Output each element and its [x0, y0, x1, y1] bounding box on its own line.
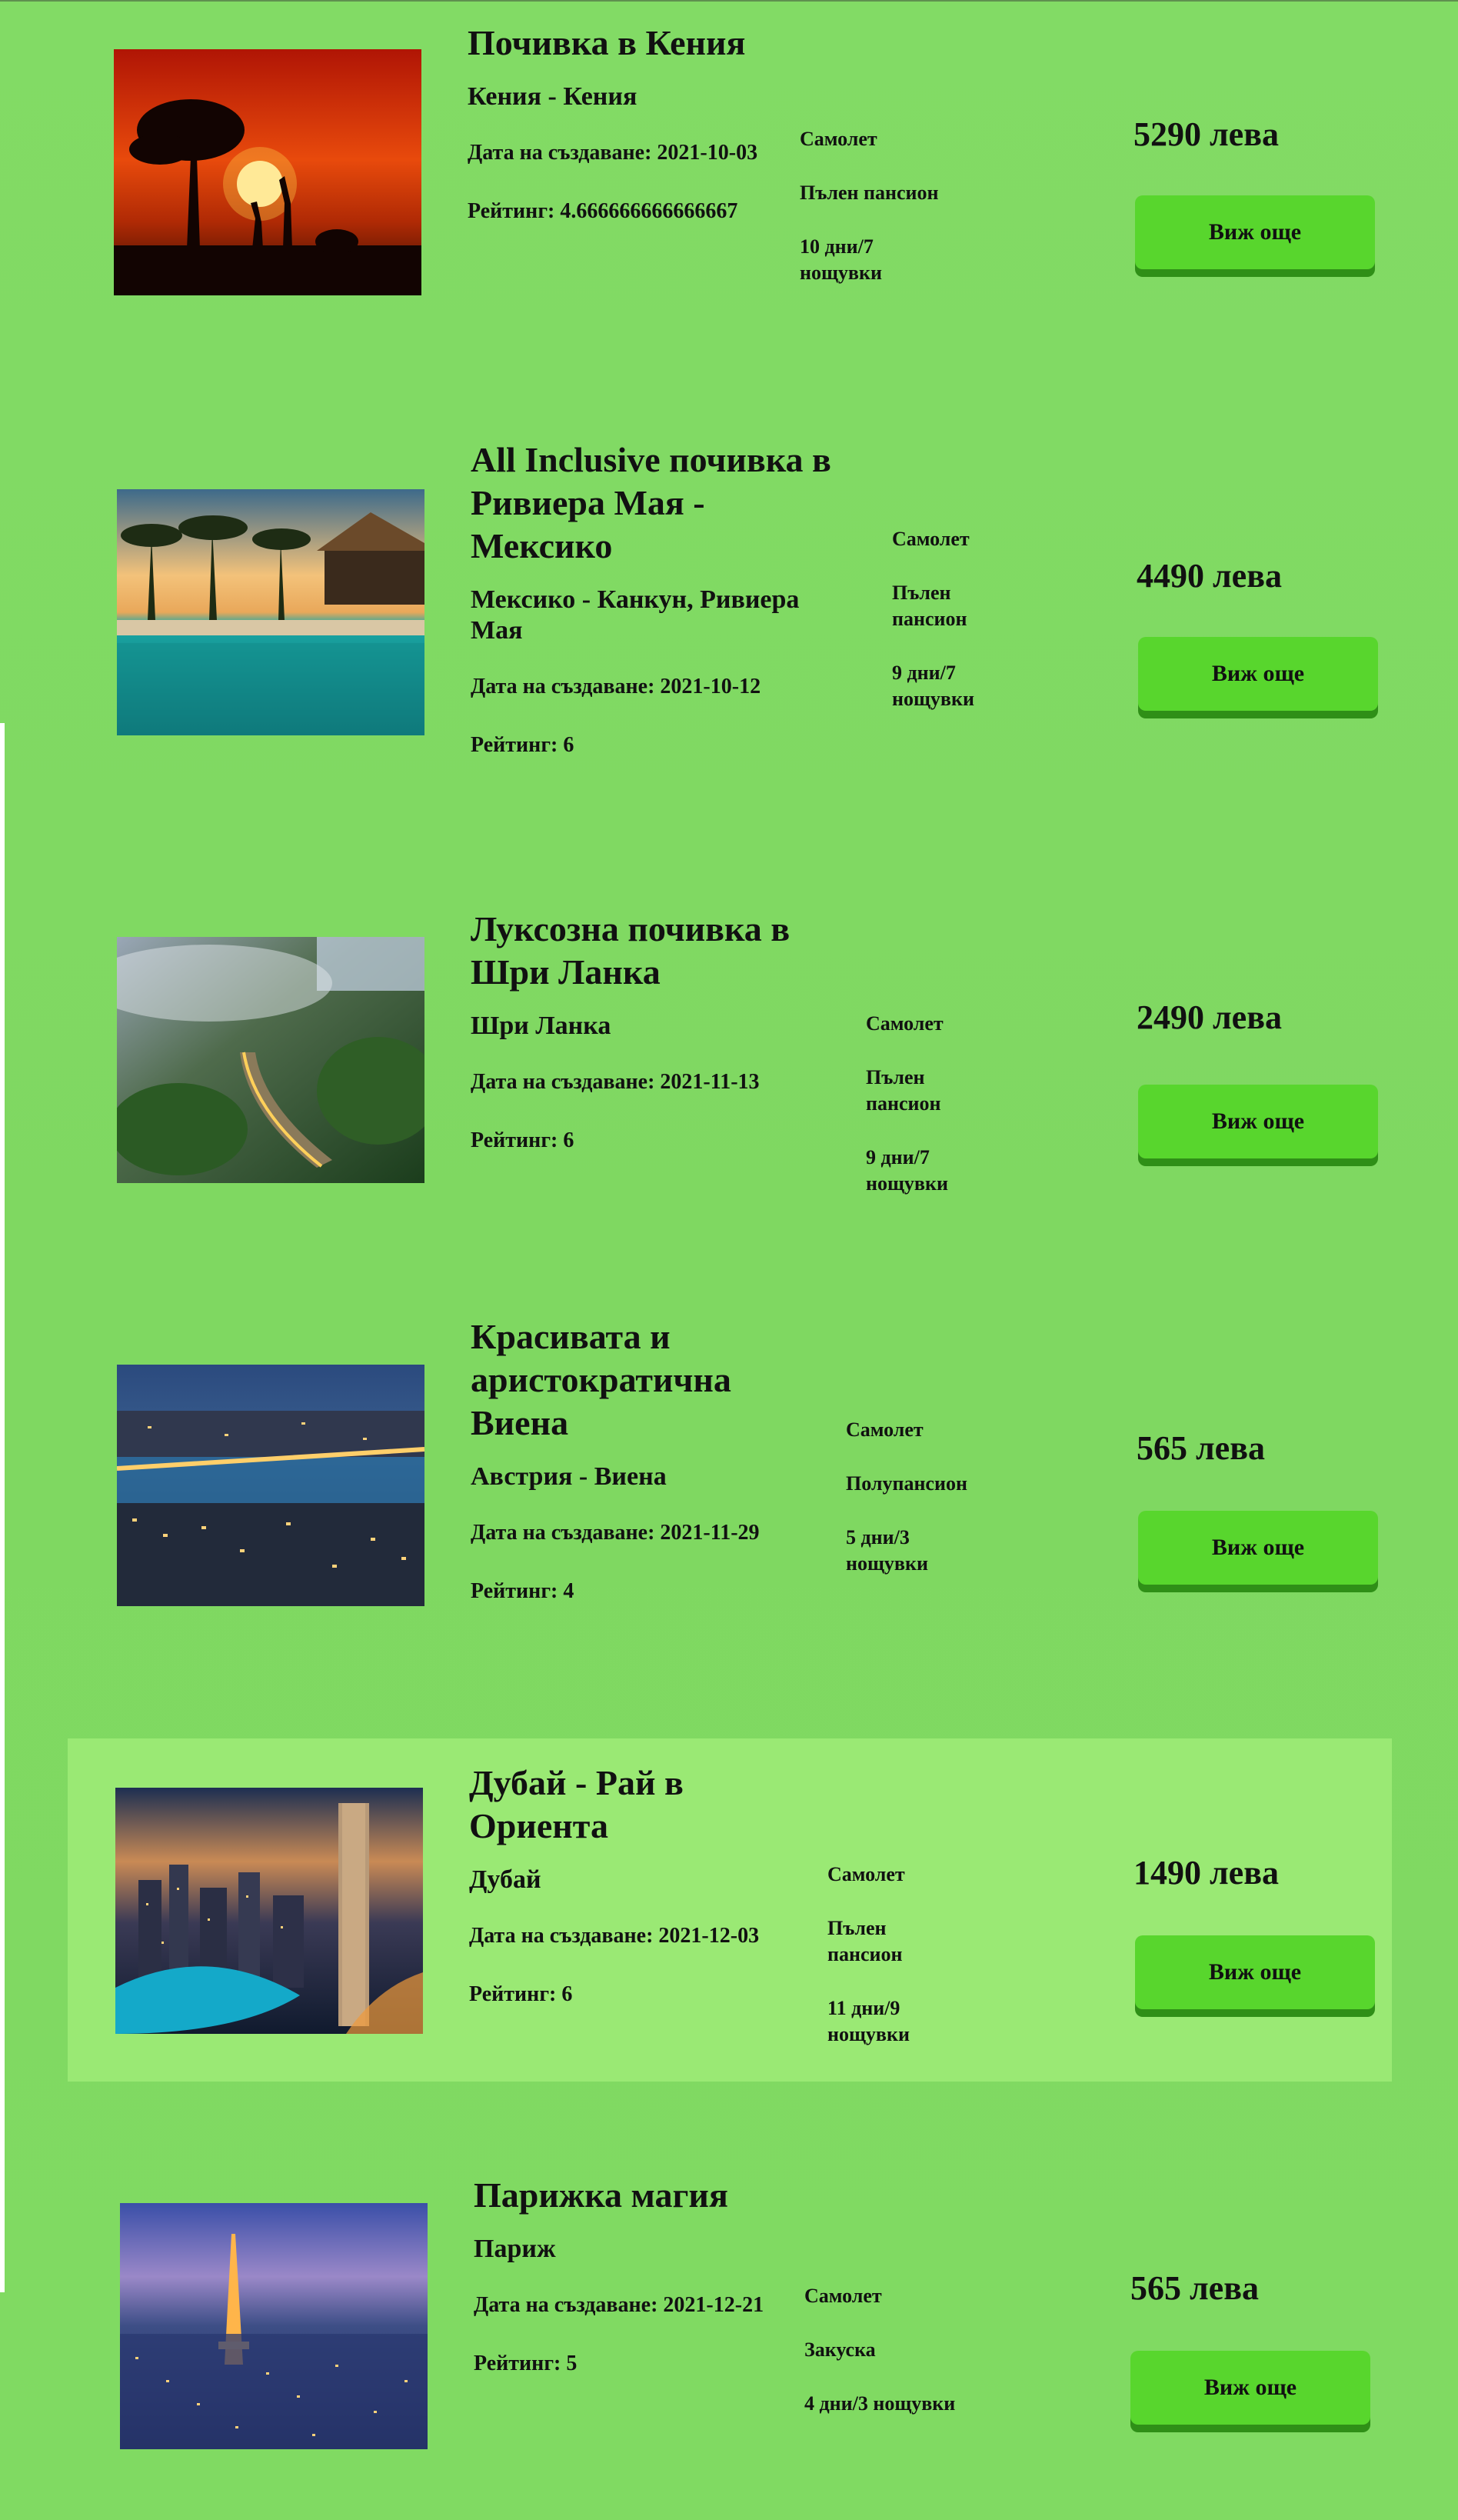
- see-more-button[interactable]: Виж още: [1135, 195, 1375, 269]
- offer-price: 565 лева: [1130, 2269, 1259, 2307]
- offer-board: Полупансион: [846, 1472, 967, 1495]
- offer-board: Пълен пансион: [827, 1917, 903, 1965]
- offer-image[interactable]: [117, 1365, 424, 1606]
- offer-duration: 5 дни/3 нощувки: [846, 1526, 928, 1575]
- offer-facts: Самолет Полупансион 5 дни/3 нощувки: [846, 1417, 967, 1605]
- offer-facts: Самолет Пълен пансион 10 дни/7 нощувки: [800, 126, 946, 314]
- offer-card: All Inclusive почивка в Ривиера Мая - Ме…: [0, 415, 1458, 769]
- offer-location: Дубай: [469, 1865, 541, 1894]
- offer-transport: Самолет: [866, 1012, 944, 1035]
- see-more-button[interactable]: Виж още: [1138, 1085, 1378, 1158]
- offer-board: Пълен пансион: [800, 182, 939, 204]
- offer-location: Кения - Кения: [468, 82, 637, 111]
- offer-title: Парижка магия: [474, 2175, 728, 2215]
- see-more-button[interactable]: Виж още: [1138, 1511, 1378, 1585]
- offer-card: Луксозна почивка в Шри Ланка Шри Ланка Д…: [0, 900, 1458, 1238]
- offer-info: All Inclusive почивка в Ривиера Мая - Ме…: [471, 438, 840, 791]
- offer-title: Луксозна почивка в Шри Ланка: [471, 909, 791, 992]
- offer-card: Красивата и аристократична Виена Австрия…: [0, 1308, 1458, 1662]
- offer-price: 1490 лева: [1133, 1854, 1279, 1892]
- offer-transport: Самолет: [804, 2285, 882, 2307]
- offer-transport: Самолет: [827, 1863, 905, 1885]
- offer-duration: 11 дни/9 нощувки: [827, 1997, 910, 2045]
- offer-title: Дубай - Рай в Ориента: [469, 1763, 684, 1845]
- offer-title: Красивата и аристократична Виена: [471, 1317, 731, 1442]
- offer-price: 5290 лева: [1133, 115, 1279, 153]
- offer-facts: Самолет Закуска 4 дни/3 нощувки: [804, 2283, 1035, 2445]
- offer-rating: Рейтинг: 6: [471, 733, 574, 757]
- see-more-button[interactable]: Виж още: [1130, 2351, 1370, 2425]
- offer-rating: Рейтинг: 4: [471, 1579, 574, 1603]
- offer-price: 2490 лева: [1137, 998, 1282, 1036]
- offer-card: Парижка магия Париж Дата на създаване: 2…: [0, 2154, 1458, 2508]
- offer-created-date: Дата на създаване: 2021-12-21: [474, 2293, 764, 2317]
- offer-duration: 9 дни/7 нощувки: [892, 662, 974, 710]
- offer-title: All Inclusive почивка в Ривиера Мая - Ме…: [471, 440, 831, 565]
- offer-duration: 10 дни/7 нощувки: [800, 235, 882, 284]
- see-more-button[interactable]: Виж още: [1138, 637, 1378, 711]
- offer-duration: 9 дни/7 нощувки: [866, 1146, 948, 1195]
- offer-board: Пълен пансион: [892, 582, 967, 630]
- offer-created-date: Дата на създаване: 2021-12-03: [469, 1924, 760, 1948]
- offer-title: Почивка в Кения: [468, 23, 746, 62]
- offer-transport: Самолет: [892, 528, 970, 550]
- offer-location: Мексико - Канкун, Ривиера Мая: [471, 585, 800, 645]
- offer-facts: Самолет Пълен пансион 11 дни/9 нощувки: [827, 1862, 935, 2075]
- offer-duration: 4 дни/3 нощувки: [804, 2392, 956, 2415]
- offer-image[interactable]: [117, 489, 424, 735]
- offer-info: Луксозна почивка в Шри Ланка Шри Ланка Д…: [471, 908, 824, 1186]
- offer-location: Париж: [474, 2235, 556, 2263]
- offer-info: Дубай - Рай в Ориента Дубай Дата на създ…: [469, 1762, 792, 2040]
- offer-info: Парижка магия Париж Дата на създаване: 2…: [474, 2174, 797, 2409]
- offer-rating: Рейтинг: 6: [469, 1982, 573, 2006]
- offer-transport: Самолет: [846, 1418, 924, 1441]
- offer-rating: Рейтинг: 5: [474, 2352, 578, 2375]
- offer-price: 565 лева: [1137, 1429, 1265, 1467]
- offer-image[interactable]: [120, 2203, 428, 2449]
- offer-card: Почивка в Кения Кения - Кения Дата на съ…: [0, 0, 1458, 354]
- offer-created-date: Дата на създаване: 2021-10-12: [471, 675, 761, 698]
- offer-image[interactable]: [115, 1788, 423, 2034]
- offer-info: Красивата и аристократична Виена Австрия…: [471, 1315, 824, 1637]
- offer-created-date: Дата на създаване: 2021-11-29: [471, 1521, 760, 1545]
- offer-location: Австрия - Виена: [471, 1462, 667, 1491]
- offer-price: 4490 лева: [1137, 557, 1282, 595]
- offer-facts: Самолет Пълен пансион 9 дни/7 нощувки: [866, 1011, 974, 1225]
- offer-location: Шри Ланка: [471, 1012, 611, 1040]
- offer-image[interactable]: [114, 49, 421, 295]
- offer-rating: Рейтинг: 6: [471, 1128, 574, 1152]
- offer-board: Закуска: [804, 2338, 876, 2361]
- offer-transport: Самолет: [800, 128, 877, 150]
- offer-card-highlighted: Дубай - Рай в Ориента Дубай Дата на създ…: [0, 1738, 1458, 2082]
- offer-image[interactable]: [117, 937, 424, 1183]
- offer-created-date: Дата на създаване: 2021-10-03: [468, 141, 758, 165]
- offer-board: Пълен пансион: [866, 1066, 941, 1115]
- offer-created-date: Дата на създаване: 2021-11-13: [471, 1070, 760, 1094]
- offer-facts: Самолет Пълен пансион 9 дни/7 нощувки: [892, 526, 1000, 740]
- see-more-button[interactable]: Виж още: [1135, 1935, 1375, 2009]
